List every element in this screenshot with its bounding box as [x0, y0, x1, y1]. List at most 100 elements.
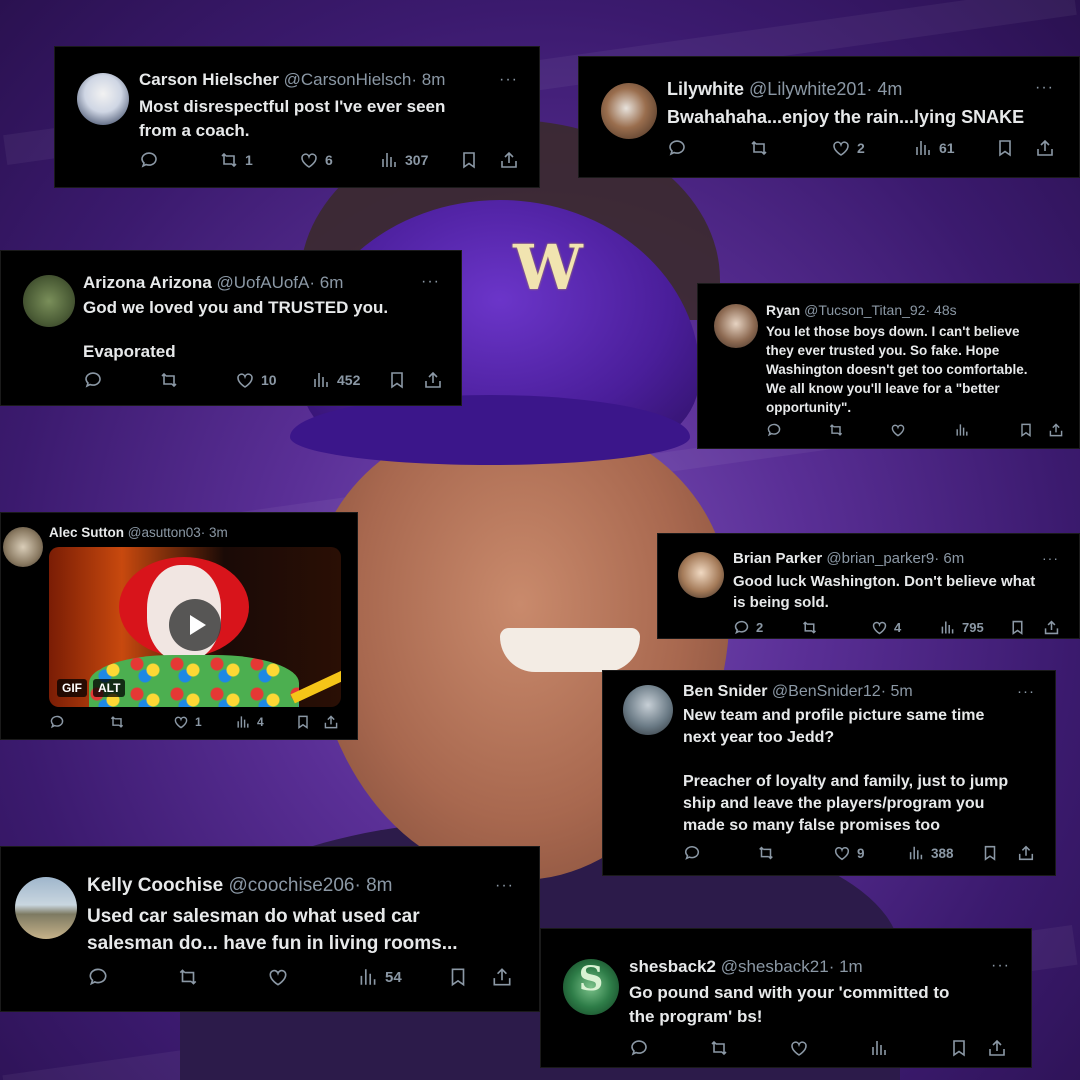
timestamp[interactable]: · 5m — [881, 683, 913, 700]
avatar[interactable]: S — [563, 959, 619, 1015]
repost-button[interactable] — [159, 370, 185, 390]
views-button[interactable]: 61 — [913, 138, 955, 158]
more-options-icon[interactable]: ··· — [991, 957, 1010, 975]
reply-button[interactable] — [766, 422, 788, 438]
reply-button[interactable] — [87, 966, 115, 988]
avatar[interactable] — [3, 527, 43, 567]
like-button[interactable]: 2 — [831, 138, 865, 158]
views-button[interactable] — [954, 422, 976, 438]
repost-button[interactable] — [749, 138, 775, 158]
bookmark-button[interactable] — [295, 714, 311, 730]
author-handle[interactable]: @asutton03 — [128, 525, 201, 540]
more-options-icon[interactable]: ··· — [421, 273, 440, 291]
views-button[interactable]: 4 — [235, 714, 264, 730]
timestamp[interactable]: · 3m — [201, 525, 228, 540]
share-button[interactable] — [423, 370, 443, 390]
like-button[interactable]: 9 — [833, 844, 865, 862]
like-button[interactable]: 1 — [173, 714, 202, 730]
gif-media[interactable]: GIF ALT — [49, 547, 341, 707]
author-handle[interactable]: @BenSnider12 — [772, 683, 881, 700]
tweet-card[interactable]: Alec Sutton @asutton03· 3m GIF ALT 1 4 — [0, 512, 358, 740]
more-options-icon[interactable]: ··· — [495, 877, 514, 895]
author-handle[interactable]: @UofAUofA — [217, 273, 310, 292]
author-name[interactable]: Carson Hielscher — [139, 70, 279, 89]
share-button[interactable] — [1035, 138, 1055, 158]
tweet-card[interactable]: Ryan @Tucson_Titan_92· 48s You let those… — [697, 283, 1080, 449]
bookmark-button[interactable] — [459, 150, 479, 170]
author-name[interactable]: Ben Snider — [683, 683, 767, 700]
author-name[interactable]: shesback2 — [629, 957, 716, 976]
reply-button[interactable] — [667, 138, 693, 158]
author-handle[interactable]: @coochise206 — [229, 875, 355, 896]
author-handle[interactable]: @shesback21 — [721, 957, 829, 976]
reply-button[interactable] — [49, 714, 71, 730]
more-options-icon[interactable]: ··· — [1035, 79, 1054, 97]
avatar[interactable] — [623, 685, 673, 735]
share-button[interactable] — [491, 966, 513, 988]
like-button[interactable] — [789, 1038, 815, 1058]
timestamp[interactable]: · 8m — [354, 875, 392, 896]
author-handle[interactable]: @CarsonHielsch — [284, 70, 412, 89]
views-button[interactable]: 388 — [907, 844, 954, 862]
reply-button[interactable]: 2 — [733, 619, 763, 636]
share-button[interactable] — [1043, 619, 1060, 636]
author-handle[interactable]: @Tucson_Titan_92 — [804, 302, 925, 318]
repost-button[interactable] — [801, 619, 824, 636]
avatar[interactable] — [77, 73, 129, 125]
views-button[interactable]: 54 — [357, 966, 402, 988]
more-options-icon[interactable]: ··· — [499, 71, 518, 89]
tweet-card[interactable]: Carson Hielscher @CarsonHielsch· 8m ··· … — [54, 46, 540, 188]
author-name[interactable]: Lilywhite — [667, 79, 744, 99]
share-button[interactable] — [499, 150, 519, 170]
timestamp[interactable]: · 6m — [934, 550, 964, 567]
timestamp[interactable]: · 4m — [866, 79, 902, 99]
avatar[interactable] — [714, 304, 758, 348]
tweet-card[interactable]: Lilywhite @Lilywhite201· 4m ··· Bwahahah… — [578, 56, 1080, 178]
share-button[interactable] — [323, 714, 339, 730]
tweet-card[interactable]: S shesback2 @shesback21· 1m ··· Go pound… — [540, 928, 1032, 1068]
bookmark-button[interactable] — [447, 966, 469, 988]
author-handle[interactable]: @brian_parker9 — [826, 550, 934, 567]
alt-badge[interactable]: ALT — [93, 679, 126, 697]
timestamp[interactable]: · 1m — [829, 957, 863, 976]
share-button[interactable] — [1048, 422, 1064, 438]
like-button[interactable] — [890, 422, 912, 438]
avatar[interactable] — [678, 552, 724, 598]
timestamp[interactable]: · 6m — [309, 273, 343, 292]
avatar[interactable] — [15, 877, 77, 939]
views-button[interactable] — [869, 1038, 895, 1058]
author-name[interactable]: Arizona Arizona — [83, 273, 212, 292]
repost-button[interactable] — [709, 1038, 735, 1058]
repost-button[interactable] — [109, 714, 131, 730]
like-button[interactable]: 10 — [235, 370, 277, 390]
author-handle[interactable]: @Lilywhite201 — [749, 79, 866, 99]
author-name[interactable]: Brian Parker — [733, 550, 822, 567]
author-name[interactable]: Ryan — [766, 302, 800, 318]
bookmark-button[interactable] — [995, 138, 1015, 158]
tweet-card[interactable]: Arizona Arizona @UofAUofA· 6m ··· God we… — [0, 250, 462, 406]
more-options-icon[interactable]: ··· — [1042, 550, 1059, 566]
share-button[interactable] — [987, 1038, 1007, 1058]
repost-button[interactable] — [828, 422, 850, 438]
tweet-card[interactable]: Ben Snider @BenSnider12· 5m ··· New team… — [602, 670, 1056, 876]
repost-button[interactable] — [177, 966, 205, 988]
reply-button[interactable] — [83, 370, 109, 390]
share-button[interactable] — [1017, 844, 1035, 862]
views-button[interactable]: 452 — [311, 370, 360, 390]
play-button[interactable] — [169, 599, 221, 651]
timestamp[interactable]: · 8m — [411, 70, 445, 89]
avatar[interactable] — [23, 275, 75, 327]
tweet-card[interactable]: Brian Parker @brian_parker9· 6m ··· Good… — [657, 533, 1080, 639]
reply-button[interactable] — [139, 150, 165, 170]
bookmark-button[interactable] — [1018, 422, 1034, 438]
timestamp[interactable]: · 48s — [925, 302, 956, 318]
avatar[interactable] — [601, 83, 657, 139]
bookmark-button[interactable] — [949, 1038, 969, 1058]
views-button[interactable]: 795 — [939, 619, 984, 636]
repost-button[interactable] — [757, 844, 781, 862]
bookmark-button[interactable] — [981, 844, 999, 862]
like-button[interactable]: 6 — [299, 150, 333, 170]
bookmark-button[interactable] — [1009, 619, 1026, 636]
bookmark-button[interactable] — [387, 370, 407, 390]
tweet-card[interactable]: Kelly Coochise @coochise206· 8m ··· Used… — [0, 846, 540, 1012]
